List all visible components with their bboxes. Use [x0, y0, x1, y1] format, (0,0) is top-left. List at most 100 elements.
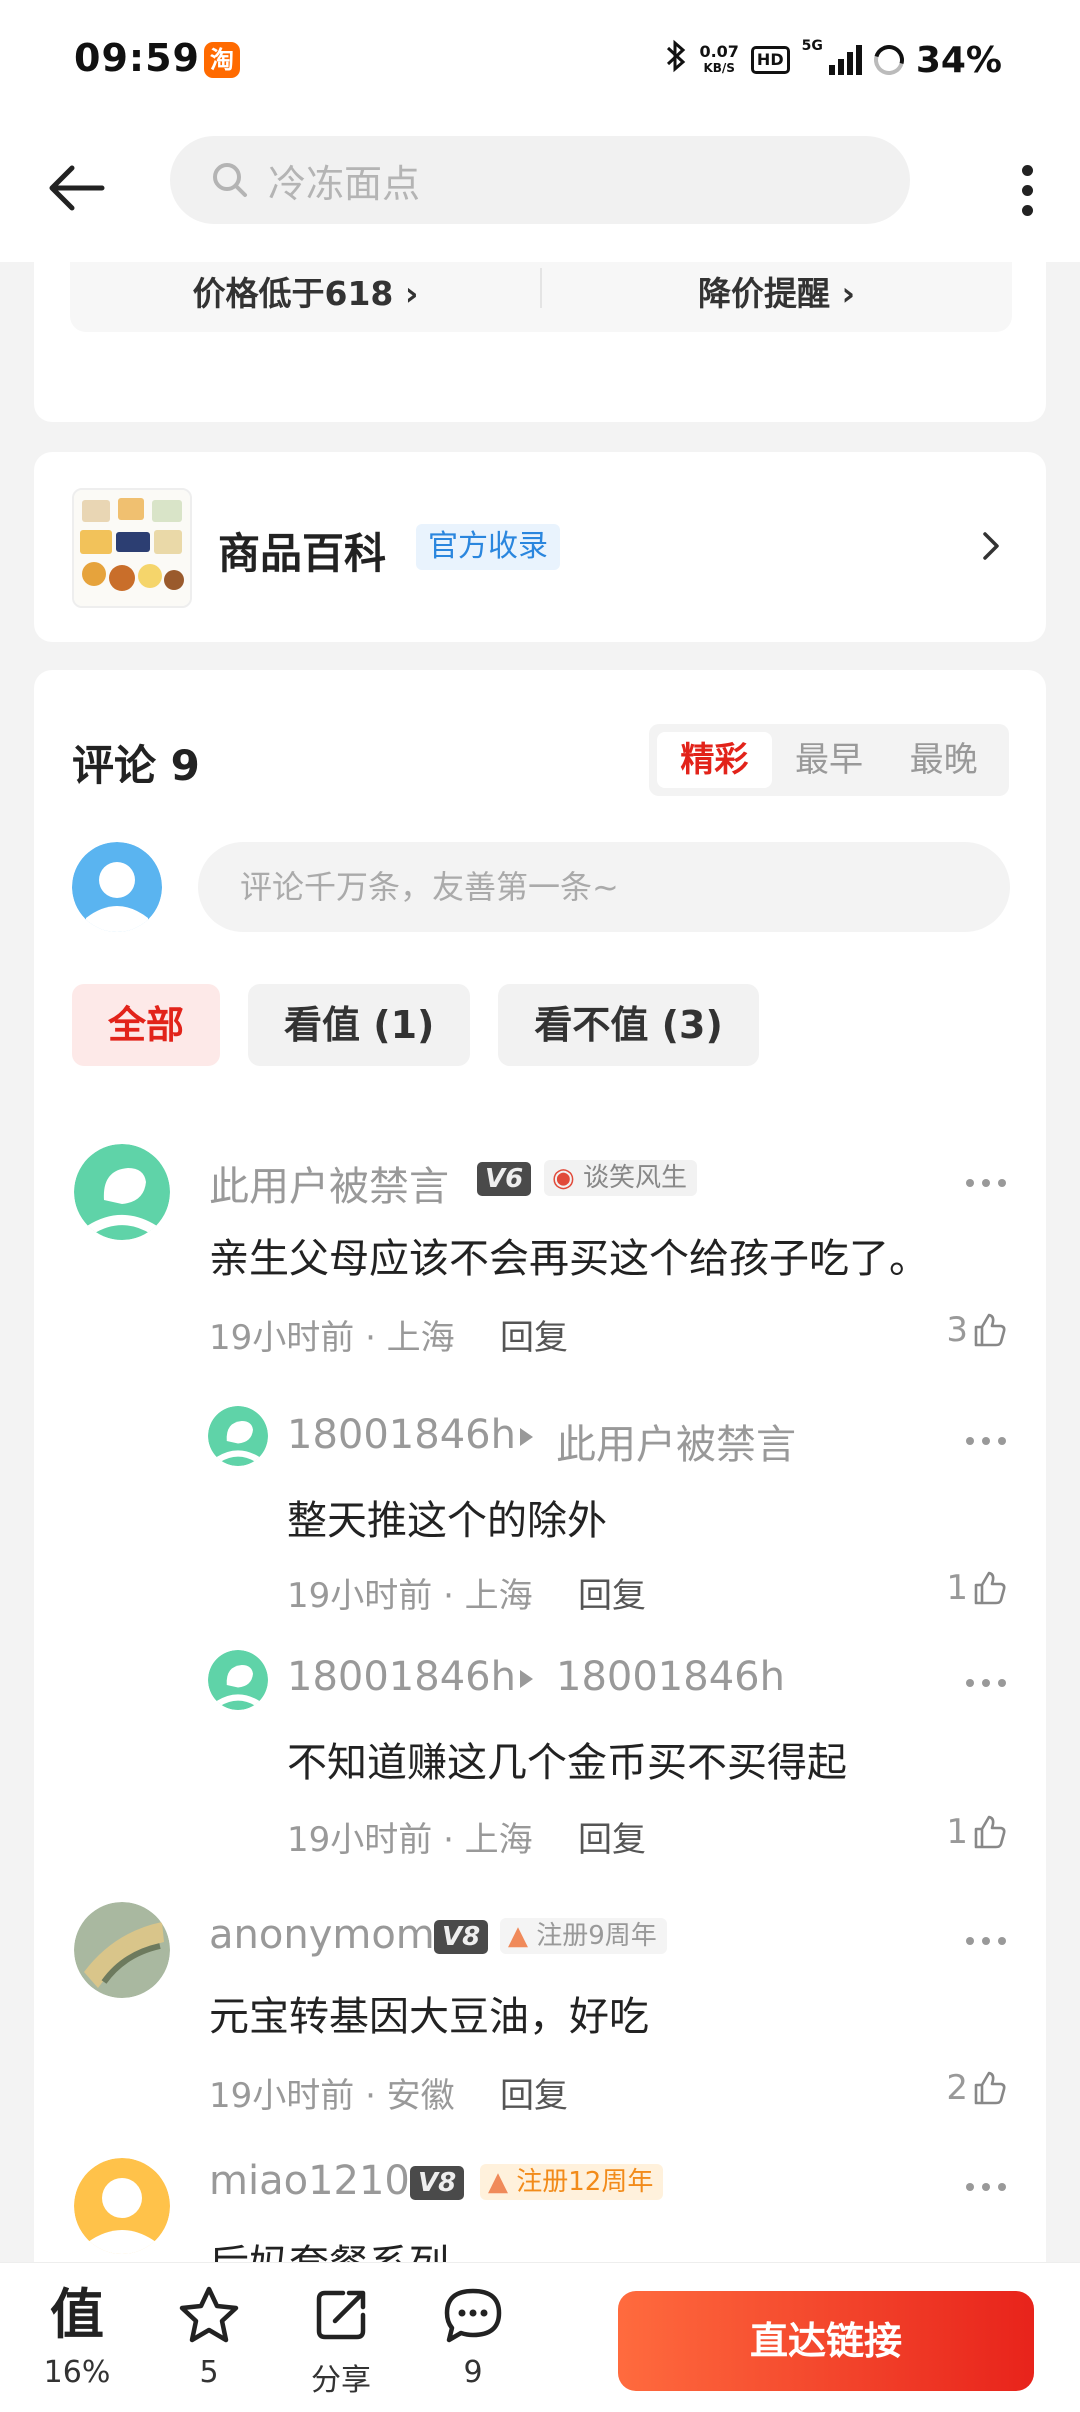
- reply-author[interactable]: 18001846h: [287, 1654, 516, 1700]
- cake-icon: ▲: [508, 1921, 537, 1951]
- comment-input[interactable]: 评论千万条，友善第一条~: [198, 842, 1010, 932]
- thumbs-up-icon: [974, 1571, 1006, 1605]
- favorite-count: 5: [199, 2355, 219, 2390]
- direct-link-button[interactable]: 直达链接: [618, 2291, 1034, 2391]
- price-alert-link[interactable]: 降价提醒 ›: [541, 256, 1012, 326]
- thumbs-up-icon: [974, 2071, 1006, 2105]
- battery-percent: 34%: [915, 39, 1002, 81]
- worth-icon: 值: [50, 2283, 104, 2346]
- cake-icon: ▲: [488, 2167, 517, 2197]
- arrow-left-icon: [49, 165, 105, 211]
- share-icon: [316, 2290, 366, 2340]
- network-speed-unit: KB/S: [703, 61, 735, 75]
- chat-bubble-icon: ◉: [552, 1163, 583, 1193]
- reply-to-user[interactable]: 此用户被禁言: [556, 1412, 796, 1470]
- share-button[interactable]: 分享: [286, 2285, 396, 2399]
- comment-time-location: 19小时前 · 上海: [209, 1318, 455, 1358]
- like-button[interactable]: 3: [946, 1310, 1008, 1350]
- back-button[interactable]: [40, 148, 120, 228]
- bottom-action-bar: 值 16% 5 分享 9 直达链接: [0, 2262, 1080, 2412]
- filter-worth[interactable]: 看值 (1): [248, 984, 471, 1066]
- comment-more-button[interactable]: [966, 2172, 1006, 2202]
- comment-author[interactable]: 此用户被禁言: [209, 1154, 449, 1212]
- like-count: 1: [946, 1568, 968, 1608]
- avatar: [74, 2158, 170, 2254]
- battery-icon: [868, 39, 910, 81]
- my-avatar: [72, 842, 162, 932]
- more-options-button[interactable]: [1002, 150, 1052, 230]
- comment-more-button[interactable]: [966, 1926, 1006, 1956]
- level-badge: V8: [410, 2166, 465, 2200]
- sort-tab-best[interactable]: 精彩: [657, 732, 772, 788]
- network-speed: 0.07 KB/S: [699, 43, 738, 77]
- comment-text: 元宝转基因大豆油，好吃: [209, 1994, 649, 2040]
- price-actions: 价格低于618 › 降价提醒 ›: [70, 262, 1012, 332]
- reply-button[interactable]: 回复: [578, 1568, 646, 1617]
- reply-item: 18001846h 18001846h 不知道赚这几个金币买不买得起 19小时前…: [34, 1644, 1046, 1864]
- user-tag-label: 注册9周年: [536, 1921, 657, 1951]
- avatar: [74, 1144, 170, 1240]
- reply-author[interactable]: 18001846h: [287, 1412, 516, 1458]
- price-below-link[interactable]: 价格低于618 ›: [70, 256, 541, 326]
- comment-more-button[interactable]: [966, 1426, 1006, 1456]
- thumbs-up-icon: [974, 1815, 1006, 1849]
- user-tag-label: 注册12周年: [516, 2167, 654, 2197]
- level-badge: V6: [477, 1162, 532, 1196]
- favorite-button[interactable]: 5: [154, 2285, 264, 2390]
- reply-to-user[interactable]: 18001846h: [556, 1654, 785, 1700]
- filter-not-worth[interactable]: 看不值 (3): [498, 984, 759, 1066]
- product-thumbnail: [72, 488, 192, 608]
- status-icons: 0.07 KB/S HD 5G 34%: [665, 38, 1002, 82]
- hd-icon: HD: [750, 46, 790, 74]
- more-dots-icon: [1021, 164, 1033, 176]
- comment-filters: 全部 看值 (1) 看不值 (3): [72, 984, 759, 1066]
- sort-tab-latest[interactable]: 最晚: [886, 732, 1001, 788]
- like-count: 2: [946, 2068, 968, 2108]
- thumbs-up-icon: [974, 1313, 1006, 1347]
- reply-button[interactable]: 回复: [578, 1812, 646, 1861]
- comment-text: 亲生父母应该不会再买这个给孩子吃了。: [209, 1236, 929, 1282]
- reply-item: 18001846h 此用户被禁言 整天推这个的除外 19小时前 · 上海 回复 …: [34, 1400, 1046, 1620]
- chevron-right-icon: [983, 532, 999, 560]
- comment-bubble-icon: [444, 2288, 502, 2343]
- sort-tabs: 精彩 最早 最晚: [649, 724, 1009, 796]
- like-button[interactable]: 1: [946, 1812, 1008, 1852]
- filter-all[interactable]: 全部: [72, 984, 221, 1066]
- like-count: 3: [946, 1310, 968, 1350]
- reply-button[interactable]: 回复: [500, 1310, 568, 1359]
- level-badge: V8: [434, 1920, 489, 1954]
- comment-time-location: 19小时前 · 安徽: [209, 2076, 455, 2116]
- avatar: [208, 1406, 268, 1466]
- status-bar: 09:59 淘 0.07 KB/S HD 5G 34%: [0, 0, 1080, 120]
- comment-more-button[interactable]: [966, 1168, 1006, 1198]
- comment-count: 9: [463, 2355, 483, 2390]
- comment-text: 整天推这个的除外: [287, 1498, 607, 1544]
- reply-arrow-icon: [520, 1670, 533, 1688]
- comment-item: anonymom V8 ▲ 注册9周年 元宝转基因大豆油，好吃 19小时前 · …: [34, 1902, 1046, 2142]
- comments-section: 评论 9 精彩 最早 最晚 评论千万条，友善第一条~ 全部 看值 (1) 看不值…: [34, 670, 1046, 2270]
- user-tag-label: 谈笑风生: [582, 1163, 687, 1193]
- network-speed-value: 0.07: [699, 42, 739, 61]
- comment-button[interactable]: 9: [418, 2285, 528, 2390]
- worth-button[interactable]: 值 16%: [22, 2283, 132, 2391]
- product-encyclopedia-card[interactable]: 商品百科 官方收录: [34, 452, 1046, 642]
- comment-text: 不知道赚这几个金币买不买得起: [287, 1740, 847, 1786]
- like-button[interactable]: 2: [946, 2068, 1008, 2108]
- comment-author[interactable]: anonymom: [209, 1912, 435, 1958]
- reply-button[interactable]: 回复: [500, 2068, 568, 2117]
- search-placeholder: 冷冻面点: [268, 161, 421, 206]
- avatar: [208, 1650, 268, 1710]
- comment-time-location: 19小时前 · 上海: [287, 1576, 533, 1616]
- search-input[interactable]: 冷冻面点: [170, 136, 910, 224]
- status-time: 09:59: [74, 36, 200, 80]
- comment-more-button[interactable]: [966, 1668, 1006, 1698]
- taobao-app-icon: 淘: [204, 42, 240, 78]
- sort-tab-earliest[interactable]: 最早: [772, 732, 887, 788]
- like-button[interactable]: 1: [946, 1568, 1008, 1608]
- 5g-label: 5G: [801, 38, 823, 54]
- top-nav: 冷冻面点: [0, 120, 1080, 262]
- search-icon: [213, 163, 247, 197]
- official-badge: 官方收录: [416, 524, 560, 570]
- avatar: [74, 1902, 170, 1998]
- comment-author[interactable]: miao1210: [209, 2158, 410, 2204]
